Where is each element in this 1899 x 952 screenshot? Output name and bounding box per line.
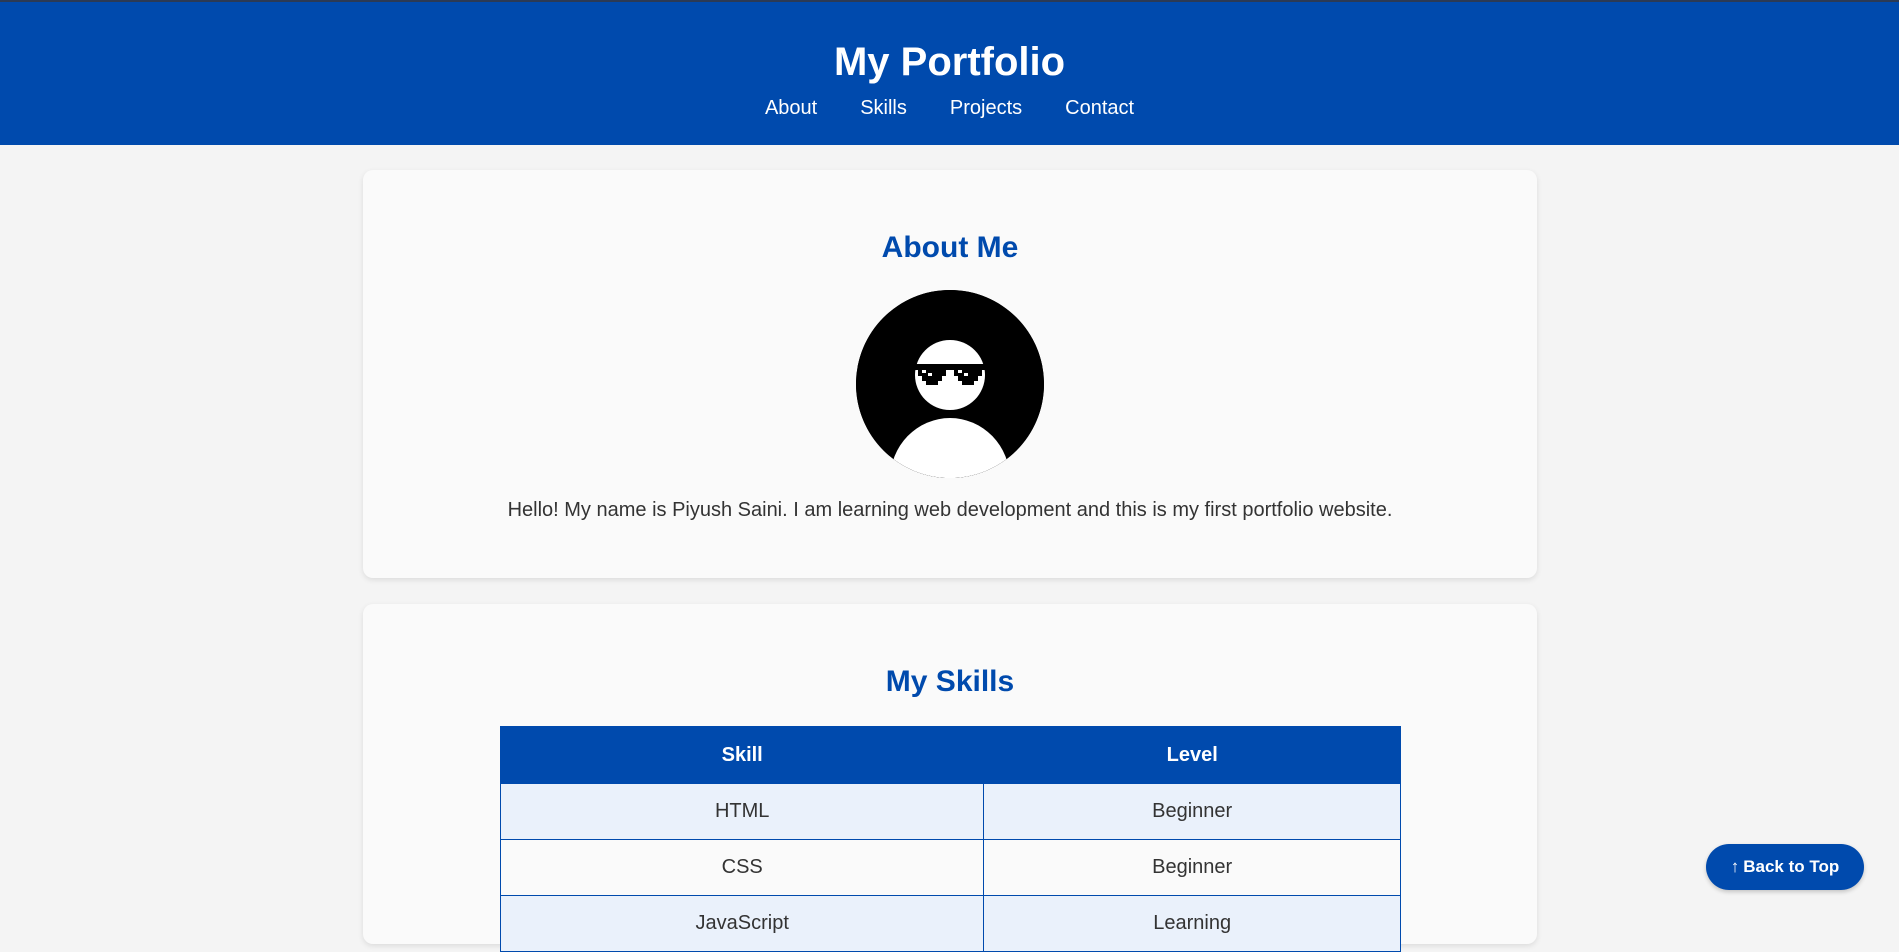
nav-link-contact[interactable]: Contact: [1065, 96, 1134, 120]
level-cell: Beginner: [983, 839, 1401, 896]
column-header-level: Level: [983, 726, 1401, 784]
skills-table: Skill Level HTML Beginner CSS Beginner J…: [499, 726, 1401, 952]
back-to-top-label: Back to Top: [1743, 857, 1840, 876]
table-row: CSS Beginner: [499, 839, 1401, 896]
arrow-up-icon: ↑: [1730, 857, 1740, 876]
nav-link-about[interactable]: About: [765, 96, 817, 120]
skill-cell: HTML: [499, 783, 985, 840]
skills-heading: My Skills: [885, 665, 1015, 698]
skills-section: My Skills Skill Level HTML Beginner CSS …: [363, 604, 1537, 952]
profile-avatar-icon: [856, 290, 1044, 478]
skill-cell: CSS: [499, 839, 985, 896]
column-header-skill: Skill: [499, 726, 985, 784]
site-header: My Portfolio About Skills Projects Conta…: [0, 2, 1899, 145]
level-cell: Beginner: [983, 783, 1401, 840]
site-title: My Portfolio: [833, 40, 1066, 84]
about-text: Hello! My name is Piyush Saini. I am lea…: [507, 499, 1393, 521]
table-header-row: Skill Level: [499, 726, 1401, 784]
level-cell: Learning: [983, 895, 1401, 952]
avatar: [856, 290, 1044, 478]
about-heading: About Me: [881, 231, 1019, 264]
back-to-top-button[interactable]: ↑ Back to Top: [1706, 844, 1864, 890]
nav-link-skills[interactable]: Skills: [860, 96, 907, 120]
main-nav: About Skills Projects Contact: [0, 96, 1899, 120]
table-row: JavaScript Learning: [499, 895, 1401, 952]
table-row: HTML Beginner: [499, 783, 1401, 840]
skill-cell: JavaScript: [499, 895, 985, 952]
nav-link-projects[interactable]: Projects: [950, 96, 1022, 120]
about-section: About Me Hello! My name is Piyush Saini.…: [363, 170, 1537, 578]
